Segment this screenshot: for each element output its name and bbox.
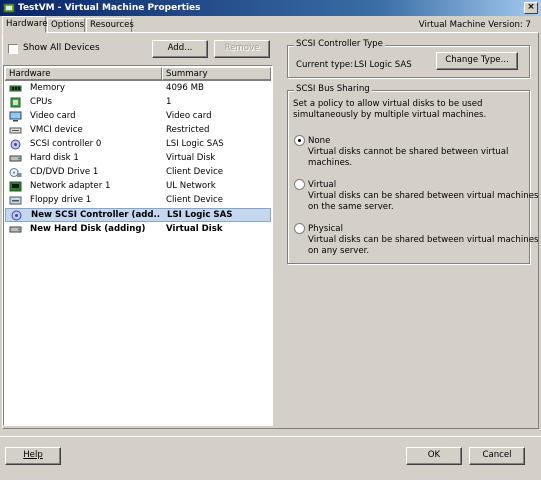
hardware-row-new-scsi-controller[interactable]: New SCSI Controller (add... LSI Logic SA… — [5, 208, 271, 222]
add-button[interactable]: Add... — [152, 40, 208, 58]
scsi-controller-icon — [10, 139, 21, 150]
radio-physical[interactable] — [294, 223, 305, 234]
current-type-label: Current type: — [296, 60, 354, 70]
title-bar[interactable]: TestVM - Virtual Machine Properties × — [0, 0, 541, 16]
cancel-button[interactable]: Cancel — [469, 447, 525, 465]
hardware-name: SCSI controller 0 — [30, 139, 102, 149]
hardware-name: Video card — [30, 111, 76, 121]
tab-resources[interactable]: Resources — [86, 18, 134, 33]
remove-button[interactable]: Remove — [214, 40, 270, 58]
hardware-summary: Client Device — [166, 167, 224, 177]
option-physical-label[interactable]: Physical — [308, 224, 343, 234]
hard-disk-icon — [9, 226, 22, 233]
hardware-row-memory[interactable]: Memory 4096 MB — [5, 82, 271, 96]
option-virtual-desc2: on the same server. — [308, 202, 394, 212]
window-title: TestVM - Virtual Machine Properties — [18, 3, 201, 13]
hardware-row-network-adapter-1[interactable]: Network adapter 1 UL Network — [5, 180, 271, 194]
option-none-label[interactable]: None — [308, 136, 330, 146]
show-all-devices-label: Show All Devices — [23, 43, 100, 53]
cd-dvd-drive-icon — [9, 168, 22, 177]
hardware-summary: UL Network — [166, 181, 216, 191]
hardware-summary: Client Device — [166, 195, 224, 205]
bus-sharing-description-line1: Set a policy to allow virtual disks to b… — [293, 99, 483, 109]
hardware-name: VMCI device — [30, 125, 83, 135]
bus-sharing-description-line2: simultaneously by multiple virtual machi… — [293, 110, 487, 120]
change-type-button[interactable]: Change Type... — [436, 52, 518, 70]
hardware-name: CD/DVD Drive 1 — [30, 167, 99, 177]
option-physical-desc2: on any server. — [308, 246, 370, 256]
hardware-summary: LSI Logic SAS — [167, 210, 233, 220]
option-virtual-label[interactable]: Virtual — [308, 180, 336, 190]
tab-hardware[interactable]: Hardware — [2, 16, 48, 33]
vm-version-label: Virtual Machine Version: 7 — [418, 20, 531, 30]
hardware-name: Floppy drive 1 — [30, 195, 92, 205]
vm-app-icon — [3, 3, 15, 13]
scsi-bus-sharing-group: SCSI Bus Sharing Set a policy to allow v… — [287, 84, 538, 264]
hardware-row-vmci-device[interactable]: VMCI device Restricted — [5, 124, 271, 138]
current-type-value: LSI Logic SAS — [354, 60, 412, 70]
scsi-controller-icon — [11, 210, 22, 221]
hardware-name: Hard disk 1 — [30, 153, 79, 163]
option-physical-desc1: Virtual disks can be shared between virt… — [308, 235, 539, 245]
tab-options[interactable]: Options — [47, 18, 85, 33]
radio-virtual[interactable] — [294, 179, 305, 190]
hardware-name: Memory — [30, 83, 65, 93]
hardware-summary: Restricted — [166, 125, 210, 135]
hard-disk-icon — [9, 155, 22, 162]
hardware-summary: 1 — [166, 97, 172, 107]
scsi-bus-sharing-title: SCSI Bus Sharing — [294, 84, 372, 94]
hardware-summary: 4096 MB — [166, 83, 204, 93]
hardware-list: Hardware Summary Memory 4096 MB CPUs 1 V… — [3, 65, 273, 426]
radio-none[interactable] — [294, 135, 305, 146]
vm-properties-window: TestVM - Virtual Machine Properties × Ha… — [0, 0, 541, 480]
footer-separator — [0, 436, 541, 437]
hardware-summary: Video card — [166, 111, 212, 121]
cpu-icon — [10, 97, 21, 108]
hardware-summary: LSI Logic SAS — [166, 139, 224, 149]
help-button[interactable]: Help — [5, 447, 61, 465]
hardware-name: New SCSI Controller (add... — [31, 210, 161, 220]
hardware-row-cd-dvd-drive-1[interactable]: CD/DVD Drive 1 Client Device — [5, 166, 271, 180]
checkbox-box[interactable] — [8, 44, 18, 54]
hardware-summary: Virtual Disk — [166, 153, 216, 163]
hardware-summary: Virtual Disk — [166, 224, 223, 234]
network-adapter-icon — [9, 181, 22, 192]
close-icon[interactable]: × — [524, 2, 538, 14]
column-header-summary[interactable]: Summary — [162, 67, 271, 80]
hardware-list-header: Hardware Summary — [5, 67, 271, 81]
hardware-name: CPUs — [30, 97, 52, 107]
hardware-row-new-hard-disk[interactable]: New Hard Disk (adding) Virtual Disk — [5, 223, 271, 237]
vmci-device-icon — [9, 127, 22, 134]
ok-button[interactable]: OK — [406, 447, 462, 465]
hardware-row-scsi-controller-0[interactable]: SCSI controller 0 LSI Logic SAS — [5, 138, 271, 152]
option-none-desc1: Virtual disks cannot be shared between v… — [308, 147, 509, 157]
help-button-label: Help — [23, 450, 43, 460]
hardware-row-video-card[interactable]: Video card Video card — [5, 110, 271, 124]
memory-icon — [9, 85, 22, 92]
hardware-name: New Hard Disk (adding) — [30, 224, 146, 234]
hardware-row-cpus[interactable]: CPUs 1 — [5, 96, 271, 110]
hardware-name: Network adapter 1 — [30, 181, 111, 191]
option-none-desc2: machines. — [308, 158, 353, 168]
hardware-row-floppy-drive-1[interactable]: Floppy drive 1 Client Device — [5, 194, 271, 208]
video-card-icon — [9, 111, 22, 122]
option-virtual-desc1: Virtual disks can be shared between virt… — [308, 191, 539, 201]
scsi-controller-type-title: SCSI Controller Type — [294, 39, 385, 49]
column-header-hardware[interactable]: Hardware — [5, 67, 162, 80]
floppy-drive-icon — [9, 196, 22, 205]
hardware-row-hard-disk-1[interactable]: Hard disk 1 Virtual Disk — [5, 152, 271, 166]
